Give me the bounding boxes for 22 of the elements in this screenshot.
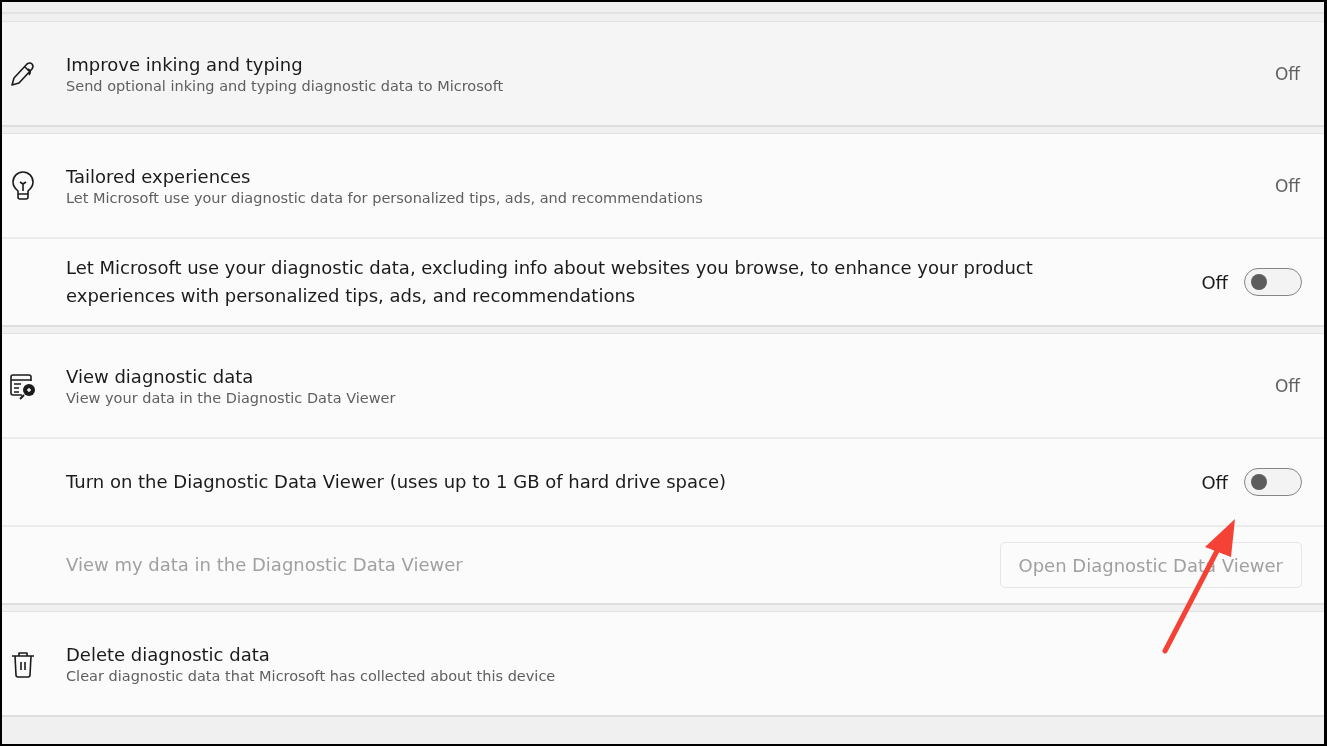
- settings-card[interactable]: Tailored experiences Let Microsoft use your diagnostic data for personalized tips, ads, and recommendations Off: [2, 134, 1324, 237]
- setting-title: Delete diagnostic data: [66, 643, 271, 665]
- settings-card[interactable]: View diagnostic data View your data in the Diagnostic Data Viewer Off: [2, 334, 1324, 437]
- setting-description: Clear diagnostic data that Microsoft has collected about this device: [66, 667, 557, 684]
- toggle-switch[interactable]: [1244, 468, 1302, 496]
- setting-title: View diagnostic data: [66, 365, 255, 387]
- settings-card[interactable]: Delete diagnostic data Clear diagnostic data that Microsoft has collected about this device: [2, 612, 1324, 715]
- setting-description: View your data in the Diagnostic Data Viewer: [66, 389, 397, 406]
- setting-title: Improve inking and typing: [66, 53, 304, 75]
- setting-label: Let Microsoft use your diagnostic data, excluding info about websites you browse, to enhance your product experiences with personalized tips, ads, and recommendations: [66, 256, 1034, 308]
- setting-status: Off: [1274, 63, 1300, 84]
- setting-title: Tailored experiences: [66, 165, 252, 187]
- toggle-state: Off: [1201, 271, 1228, 293]
- setting-status: Off: [1274, 175, 1300, 196]
- setting-label: View my data in the Diagnostic Data Viewer: [66, 553, 464, 577]
- toggle-switch[interactable]: [1244, 268, 1302, 296]
- setting-description: Let Microsoft use your diagnostic data for personalized tips, ads, and recommendations: [66, 189, 704, 206]
- toggle-state: Off: [1201, 471, 1228, 493]
- setting-description: Send optional inking and typing diagnostic data to Microsoft: [66, 77, 505, 94]
- setting-label: Turn on the Diagnostic Data Viewer (uses up to 1 GB of hard drive space): [66, 470, 728, 494]
- setting-status: Off: [1274, 375, 1300, 396]
- settings-card[interactable]: Improve inking and typing Send optional inking and typing diagnostic data to Microsoft Off: [2, 22, 1324, 125]
